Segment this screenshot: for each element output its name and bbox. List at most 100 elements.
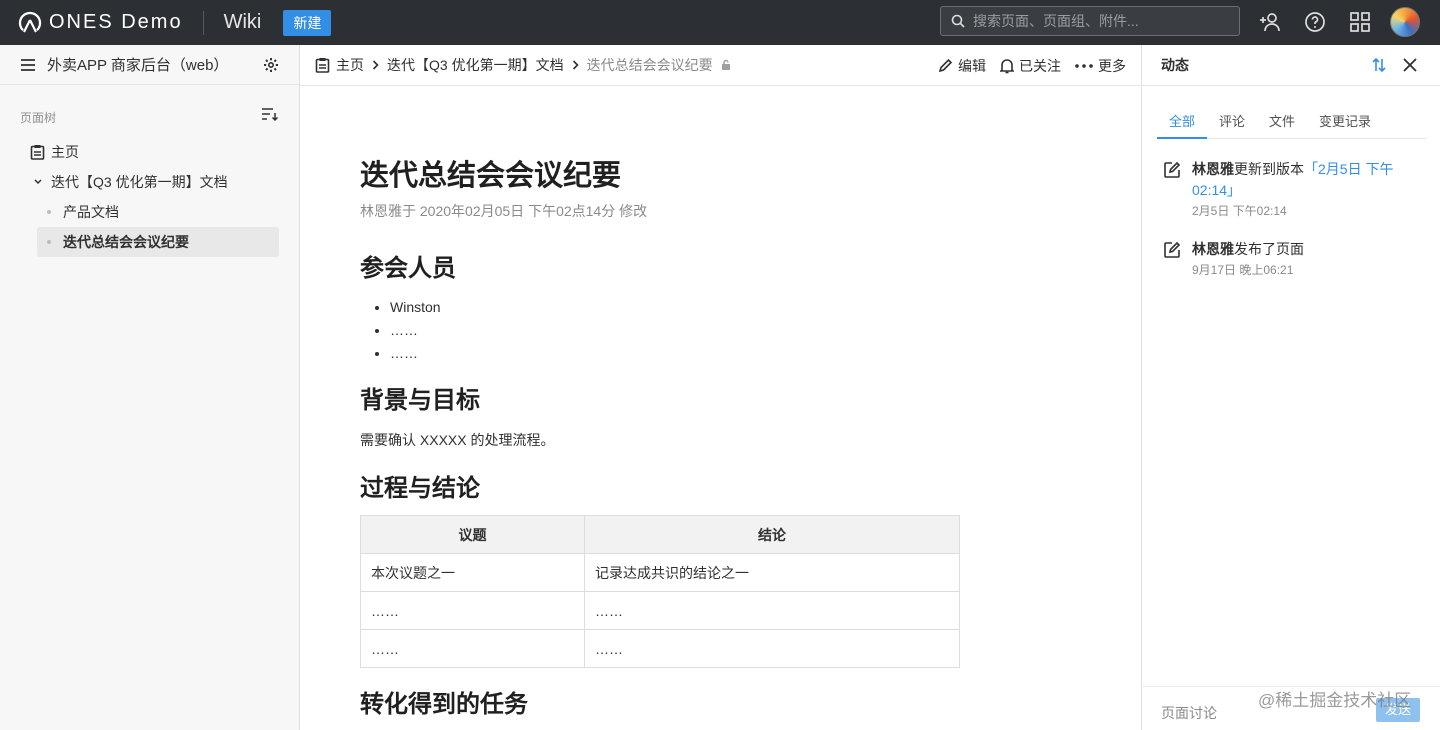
heading-tasks: 转化得到的任务 [360,691,528,718]
table-header-cell: 议题 [360,515,585,554]
activity-text: 林恩雅更新到版本「2月5日 下午02:14」 [1192,159,1423,201]
activity-time: 9月17日 晚上06:21 [1192,263,1294,277]
activity-item: 林恩雅发布了页面 9月17日 晚上06:21 [1163,239,1423,278]
table-cell: …… [584,591,960,630]
heading-background: 背景与目标 [360,387,480,414]
brand-logo[interactable]: ONES Demo [18,0,183,45]
add-member-icon[interactable] [1258,10,1282,34]
table-row: …… …… [360,591,960,630]
tree-item-meeting-notes[interactable]: 迭代总结会会议纪要 [37,227,279,257]
table-cell: …… [360,629,585,668]
space-header: 外卖APP 商家后台（web） [0,45,299,85]
help-icon[interactable] [1303,10,1327,34]
table-row: …… …… [360,629,960,668]
bullet-dot [47,240,51,244]
conclusion-table: 议题 结论 本次议题之一 记录达成共识的结论之一 …… …… …… …… [360,515,960,668]
search-icon [951,14,965,28]
activity-time: 2月5日 下午02:14 [1192,204,1287,218]
close-icon[interactable] [1402,57,1418,73]
ones-logo-icon [18,11,42,35]
edit-label: 编辑 [958,57,986,74]
top-bar: ONES Demo Wiki 新建 [0,0,1440,45]
activity-panel: 动态 全部 评论 文件 变更记录 林恩雅更新到版本「2月5日 下午02:14」 … [1141,45,1440,730]
tab-comments[interactable]: 评论 [1207,109,1257,139]
breadcrumb-iteration-docs[interactable]: 迭代【Q3 优化第一期】文档 [387,55,564,75]
breadcrumb: 主页 迭代【Q3 优化第一期】文档 迭代总结会会议纪要 [315,55,731,75]
discussion-input[interactable]: 页面讨论 [1161,703,1217,723]
tree-item-product-docs[interactable]: 产品文档 [47,197,119,227]
tree-item-label: 迭代总结会会议纪要 [63,234,189,250]
main-content: 主页 迭代【Q3 优化第一期】文档 迭代总结会会议纪要 编辑 已关注 更多 迭代… [300,45,1140,730]
tab-all[interactable]: 全部 [1157,109,1208,139]
activity-text: 林恩雅发布了页面 [1192,239,1304,260]
edit-note-icon [1163,161,1181,179]
sort-toggle-icon[interactable] [1370,56,1388,74]
breadcrumb-home[interactable]: 主页 [336,55,364,75]
activity-user[interactable]: 林恩雅 [1192,241,1234,257]
divider [202,10,204,35]
lock-icon[interactable] [721,59,731,71]
page-tree-header: 页面树 [0,85,299,145]
page-title: 迭代总结会会议纪要 [360,160,622,192]
pencil-icon [938,58,953,73]
more-dots-icon [1075,63,1093,68]
attendee-list: Winston …… …… [390,296,441,365]
page-tree-label: 页面树 [20,111,57,125]
table-cell: 记录达成共识的结论之一 [584,553,960,592]
new-button[interactable]: 新建 [283,9,332,36]
sort-icon[interactable] [261,106,279,122]
page-actions: 编辑 已关注 更多 [938,45,1126,86]
tree-item-iteration-docs[interactable]: 迭代【Q3 优化第一期】文档 [34,167,228,197]
tab-files[interactable]: 文件 [1257,109,1307,139]
apps-grid-icon[interactable] [1348,10,1372,34]
search-box[interactable] [940,6,1240,36]
more-button[interactable]: 更多 [1075,56,1126,76]
tree-item-home[interactable]: 主页 [30,137,79,167]
heading-process: 过程与结论 [360,475,480,502]
heading-attendees: 参会人员 [360,255,456,282]
table-header-row: 议题 结论 [360,515,960,554]
page-icon [30,144,45,160]
chevron-right-icon [372,60,379,70]
bullet-dot [47,210,51,214]
table-cell: …… [360,591,585,630]
brand-name: ONES Demo [49,11,183,33]
tree-item-label: 迭代【Q3 优化第一期】文档 [51,174,228,190]
tree-item-label: 主页 [51,144,79,160]
table-row: 本次议题之一 记录达成共识的结论之一 [360,553,960,592]
activity-title: 动态 [1161,57,1189,73]
chevron-down-icon[interactable] [34,179,42,185]
page-meta: 林恩雅于 2020年02月05日 下午02点14分 修改 [360,203,648,219]
table-header-cell: 结论 [584,515,960,554]
settings-gear-icon[interactable] [263,57,279,73]
activity-item: 林恩雅更新到版本「2月5日 下午02:14」 2月5日 下午02:14 [1163,159,1423,219]
activity-header: 动态 [1142,45,1440,86]
activity-action: 更新到版本 [1234,161,1304,177]
table-cell: …… [584,629,960,668]
more-label: 更多 [1098,57,1126,74]
list-item: …… [390,319,441,342]
sidebar: 外卖APP 商家后台（web） 页面树 主页 迭代【Q3 优化第一期】文档 产品… [0,45,300,730]
space-title[interactable]: 外卖APP 商家后台（web） [47,54,228,75]
product-name[interactable]: Wiki [224,11,262,34]
chevron-right-icon [572,60,579,70]
tree-item-label: 产品文档 [63,204,119,220]
watermark: @稀土掘金技术社区 [1258,691,1412,710]
menu-icon[interactable] [20,58,36,72]
list-item: …… [390,342,441,365]
watch-button[interactable]: 已关注 [1000,56,1061,76]
page-icon [315,57,330,73]
user-avatar[interactable] [1390,7,1420,37]
breadcrumb-current: 迭代总结会会议纪要 [586,57,713,73]
watch-label: 已关注 [1019,57,1061,74]
page-toolbar: 主页 迭代【Q3 优化第一期】文档 迭代总结会会议纪要 编辑 已关注 更多 [300,45,1140,86]
activity-action: 发布了页面 [1234,241,1304,257]
activity-tabs: 全部 评论 文件 变更记录 [1157,109,1426,139]
edit-button[interactable]: 编辑 [938,56,986,76]
tab-changelog[interactable]: 变更记录 [1307,109,1383,139]
activity-user[interactable]: 林恩雅 [1192,161,1234,177]
table-cell: 本次议题之一 [360,553,585,592]
edit-note-icon [1163,241,1181,259]
background-text: 需要确认 XXXXX 的处理流程。 [360,432,555,448]
search-input[interactable] [973,13,1223,29]
